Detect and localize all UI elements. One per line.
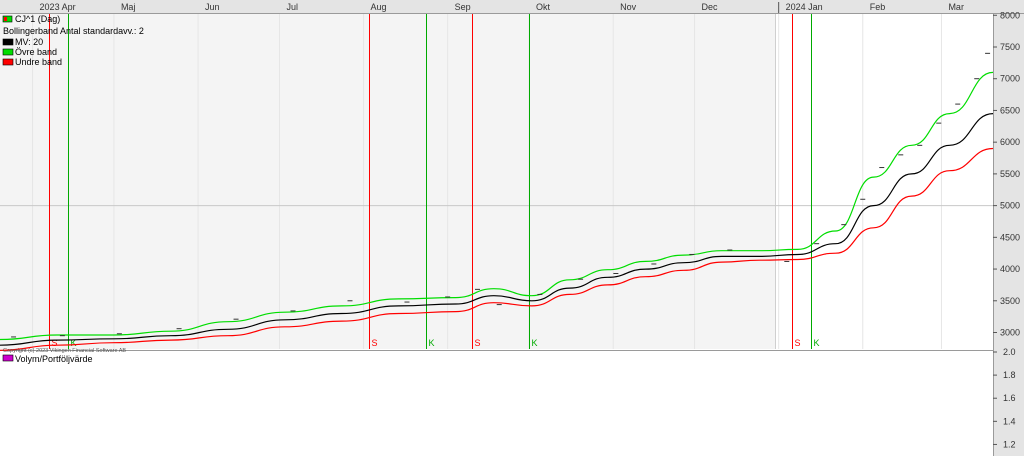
y-axis-tick-label: 3000 (1000, 328, 1020, 338)
y-axis-tick-label: 8000 (1000, 10, 1020, 20)
y-axis-tick-label: 5000 (1000, 201, 1020, 211)
legend-entry: Övre band (15, 47, 57, 57)
legend-entry: MV: 20 (15, 37, 43, 47)
signal-label-s: S (475, 338, 481, 348)
lower-y-axis-tick-label: 1.6 (1003, 393, 1016, 403)
signal-label-s: S (372, 338, 378, 348)
signal-label-k: K (814, 338, 820, 348)
legend-swatch (2, 48, 14, 56)
legend-swatch (2, 58, 14, 66)
legend-entry: Undre band (15, 57, 62, 67)
time-axis-label: 2023 Apr (40, 2, 76, 12)
chart-root: SKSKSKSK 2023 Apr Maj Jun Jul Aug Sep Okt Nov De… (0, 0, 1024, 456)
y-axis-tick-label: 6500 (1000, 105, 1020, 115)
legend-swatch (2, 38, 14, 46)
legend-indicator: Bollingerband Antal standardavv.: 2 (3, 26, 144, 36)
y-axis-tick-label: 7500 (1000, 42, 1020, 52)
y-axis-tick-label: 4500 (1000, 232, 1020, 242)
y-axis-tick-label: 3500 (1000, 296, 1020, 306)
signal-label-k: K (429, 338, 435, 348)
lower-y-axis-tick-label: 1.8 (1003, 370, 1016, 380)
lower-y-axis-tick-label: 1.2 (1003, 439, 1016, 449)
bollinger-chart: SKSKSKSK 2023 Apr Maj Jun Jul Aug Sep Okt Nov De… (0, 0, 1024, 456)
time-axis-label: Nov (620, 2, 637, 12)
plot-area-shaded (0, 14, 775, 349)
y-axis-tick-label: 4000 (1000, 264, 1020, 274)
y-axis-tick-label: 5500 (1000, 169, 1020, 179)
lower-legend-swatch (2, 354, 14, 362)
signal-label-s: S (52, 338, 58, 348)
y-axis-tick-label: 6000 (1000, 137, 1020, 147)
plot-area-recent (775, 14, 993, 349)
legend-instrument: CJ^1 (Dag) (15, 14, 60, 24)
time-axis-label: Maj (121, 2, 136, 12)
instrument-swatch-mark (4, 17, 7, 21)
lower-y-axis-tick-label: 2.0 (1003, 347, 1016, 357)
signal-label-k: K (532, 338, 538, 348)
time-axis-label: Jun (205, 2, 220, 12)
time-axis-label: 2024 Jan (786, 2, 823, 12)
signal-label-s: S (795, 338, 801, 348)
time-axis-label: Mar (948, 2, 964, 12)
time-axis-label: Aug (371, 2, 387, 12)
time-axis-label: Okt (536, 2, 551, 12)
time-axis-label: Dec (702, 2, 719, 12)
time-axis-label: Sep (455, 2, 471, 12)
time-axis-label: Feb (870, 2, 886, 12)
y-axis-tick-label: 7000 (1000, 74, 1020, 84)
time-axis-label: Jul (286, 2, 298, 12)
lower-legend-label: Volym/Portföljvärde (15, 354, 93, 364)
lower-y-axis-tick-label: 1.4 (1003, 416, 1016, 426)
